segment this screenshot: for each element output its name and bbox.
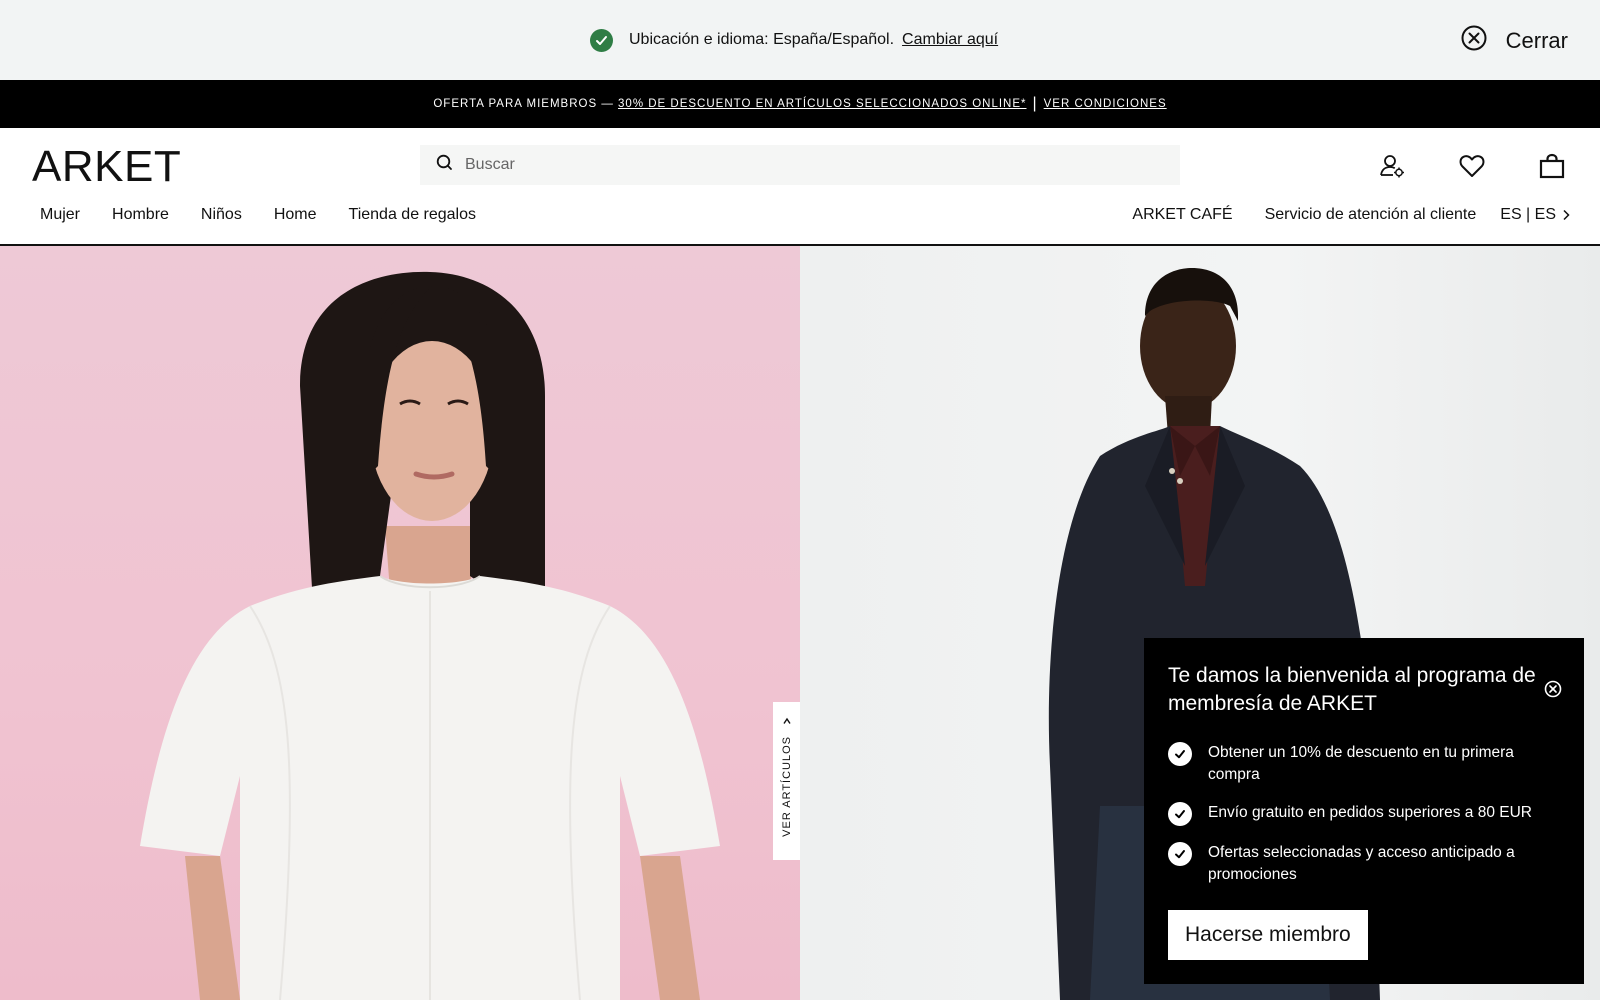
promo-offer-link[interactable]: 30% DE DESCUENTO EN ARTÍCULOS SELECCIONA…	[618, 98, 1026, 110]
check-icon	[1168, 842, 1192, 866]
site-header: ARKET Mujer Hombre Niños Home Tienda de …	[0, 128, 1600, 246]
hero-image-women[interactable]	[0, 246, 800, 1000]
benefit-text: Obtener un 10% de descuento en tu primer…	[1208, 744, 1514, 783]
search-input[interactable]	[465, 156, 1145, 174]
check-icon	[1168, 802, 1192, 826]
shopping-bag-icon[interactable]	[1536, 150, 1568, 182]
success-check-icon	[590, 28, 613, 52]
view-conditions-link[interactable]: VER CONDICIONES	[1044, 98, 1167, 110]
language-selector[interactable]: ES | ES	[1500, 206, 1570, 224]
location-message: Ubicación e idioma: España/Español.	[629, 31, 895, 48]
benefit-text: Ofertas seleccionadas y acceso anticipad…	[1208, 844, 1515, 883]
membership-popup: Te damos la bienvenida al programa de me…	[1144, 638, 1584, 984]
woman-model-illustration	[140, 271, 720, 1000]
promo-lead-text: OFERTA PARA MIEMBROS —	[433, 98, 614, 110]
close-popup-icon[interactable]	[1544, 680, 1562, 703]
main-navigation: Mujer Hombre Niños Home Tienda de regalo…	[40, 206, 508, 224]
close-label: Cerrar	[1505, 27, 1568, 53]
change-location-link[interactable]: Cambiar aquí	[902, 31, 998, 49]
account-icon[interactable]	[1376, 150, 1408, 182]
close-circle-icon	[1460, 24, 1488, 57]
benefits-list: Obtener un 10% de descuento en tu primer…	[1168, 742, 1568, 902]
nav-item-customer-service[interactable]: Servicio de atención al cliente	[1265, 206, 1477, 224]
language-label: ES | ES	[1500, 206, 1556, 223]
popup-title: Te damos la bienvenida al programa de me…	[1168, 664, 1536, 715]
view-items-tab[interactable]: VER ARTÍCULOS	[773, 702, 800, 860]
benefit-item: Ofertas seleccionadas y acceso anticipad…	[1168, 842, 1568, 886]
promo-separator: |	[1032, 95, 1038, 112]
location-message-group: Ubicación e idioma: España/Español. Camb…	[590, 28, 998, 52]
become-member-button[interactable]: Hacerse miembro	[1168, 910, 1368, 960]
nav-item-home[interactable]: Home	[274, 206, 317, 224]
location-language-banner: Ubicación e idioma: España/Español. Camb…	[0, 0, 1600, 80]
nav-item-ninos[interactable]: Niños	[201, 206, 242, 224]
check-icon	[1168, 742, 1192, 766]
nav-item-arket-cafe[interactable]: ARKET CAFÉ	[1132, 206, 1232, 224]
search-icon	[436, 154, 453, 176]
view-items-label: VER ARTÍCULOS	[780, 736, 793, 837]
nav-item-hombre[interactable]: Hombre	[112, 206, 169, 224]
arket-logo[interactable]: ARKET	[32, 142, 181, 192]
chevron-up-icon	[782, 716, 792, 726]
nav-item-gift-shop[interactable]: Tienda de regalos	[349, 206, 477, 224]
chevron-right-icon	[1562, 209, 1570, 221]
wishlist-heart-icon[interactable]	[1456, 150, 1488, 182]
member-offer-bar: OFERTA PARA MIEMBROS — 30% DE DESCUENTO …	[0, 80, 1600, 128]
nav-item-mujer[interactable]: Mujer	[40, 206, 80, 224]
search-bar[interactable]	[420, 145, 1180, 185]
benefit-item: Envío gratuito en pedidos superiores a 8…	[1168, 802, 1568, 826]
benefit-text: Envío gratuito en pedidos superiores a 8…	[1208, 804, 1532, 821]
benefit-item: Obtener un 10% de descuento en tu primer…	[1168, 742, 1568, 786]
close-banner-button[interactable]: Cerrar	[1460, 24, 1568, 57]
secondary-navigation: ARKET CAFÉ Servicio de atención al clien…	[1100, 206, 1570, 224]
